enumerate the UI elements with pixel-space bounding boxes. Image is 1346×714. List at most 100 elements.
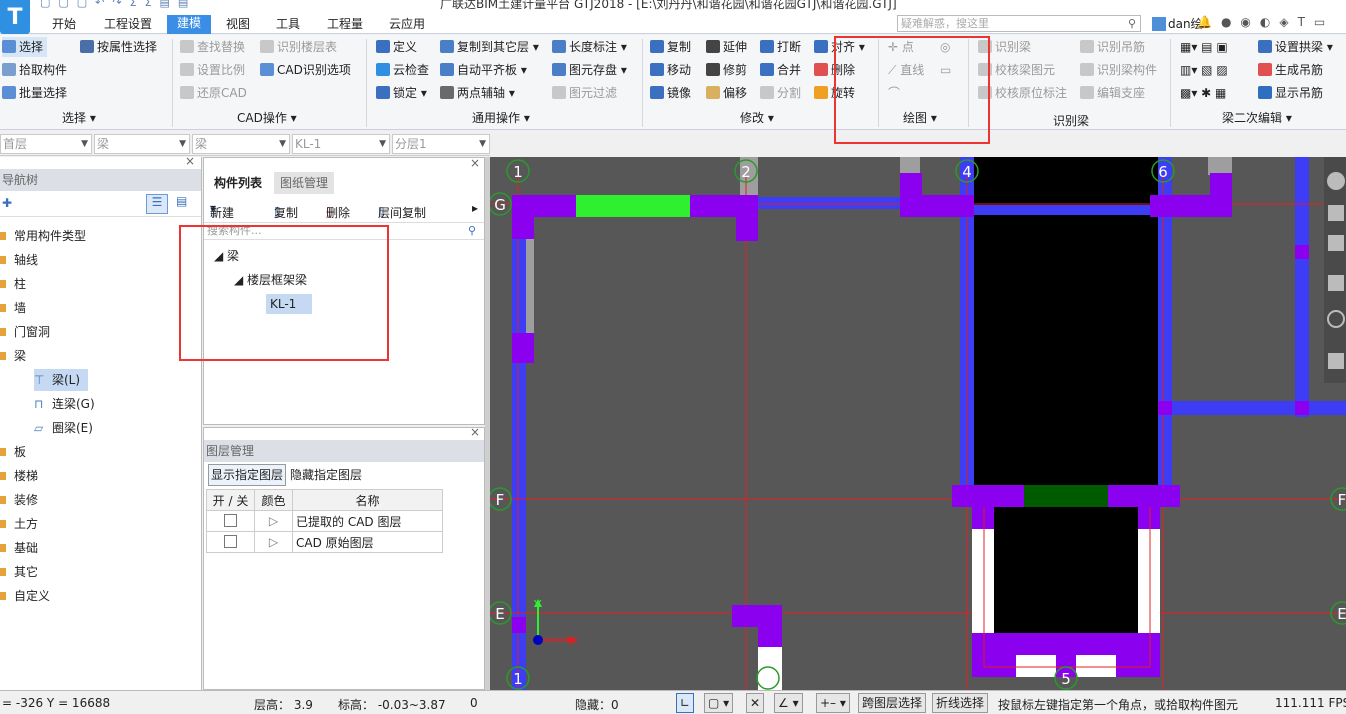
common-ops-group-label[interactable]: 通用操作 ▾ — [472, 109, 530, 126]
draw-arc-icon[interactable]: ⌒ — [888, 83, 900, 103]
merge-button[interactable]: 合并 — [760, 60, 801, 80]
beam-edit-group-label[interactable]: 梁二次编辑 ▾ — [1222, 109, 1292, 126]
move-button[interactable]: 移动 — [650, 60, 691, 80]
tab-project-settings[interactable]: 工程设置 — [104, 16, 152, 34]
more-icon[interactable]: ▸ — [472, 201, 478, 215]
align-button[interactable]: 对齐 ▾ — [814, 37, 865, 57]
delete-button[interactable]: 删除 — [814, 60, 855, 80]
cross-icon[interactable]: ✕ — [746, 693, 765, 713]
nav-item-decoration[interactable]: 装修 — [0, 489, 38, 511]
layer-select[interactable]: 分层1 ▼ — [392, 134, 490, 154]
draw-line-button[interactable]: ⟋ 直线 — [888, 60, 924, 80]
lock-button[interactable]: 锁定 ▾ — [376, 83, 427, 103]
nav-item-custom[interactable]: 自定义 — [0, 585, 50, 607]
break-button[interactable]: 打断 — [760, 37, 801, 57]
help-search-input[interactable]: 疑难解惑，搜这里 ⚲ — [897, 15, 1141, 32]
restore-cad-button[interactable]: 还原CAD — [180, 83, 247, 103]
offset-button[interactable]: 偏移 — [706, 83, 747, 103]
pick-component-button[interactable]: 拾取构件 — [2, 60, 67, 80]
mirror-button[interactable]: 镜像 — [650, 83, 691, 103]
top-right-icons[interactable]: 🔔●◉◐◈T▭ — [1197, 15, 1334, 29]
recognize-hanger-button[interactable]: 识别吊筋 — [1080, 37, 1145, 57]
expand-icon[interactable]: ▷ — [254, 531, 293, 553]
grid-view-icon[interactable]: ▤ — [176, 194, 187, 208]
define-button[interactable]: 定义 — [376, 37, 417, 57]
list-view-icon[interactable]: ☰ — [146, 194, 168, 214]
component-search-input[interactable]: 搜索构件... ⚲ — [204, 222, 484, 240]
show-hanger-checkbox[interactable]: 显示吊筋 — [1258, 83, 1323, 103]
layer-toggle-checkbox[interactable] — [224, 535, 237, 548]
two-point-axis-button[interactable]: 两点辅轴 ▾ — [440, 83, 515, 103]
expand-icon[interactable]: ▷ — [254, 510, 293, 532]
check-beam-element-button[interactable]: 校核梁图元 — [978, 60, 1055, 80]
nav-item-stairs[interactable]: 楼梯 — [0, 465, 38, 487]
snap-ortho-icon[interactable]: ∟ — [676, 693, 695, 713]
modify-group-label[interactable]: 修改 ▾ — [740, 109, 774, 126]
draw-circle-icon[interactable]: ◎ — [940, 37, 950, 57]
tab-modeling[interactable]: 建模 — [167, 15, 212, 34]
angle-icon[interactable]: ∠ ▾ — [774, 693, 803, 713]
generate-hanger-button[interactable]: 生成吊筋 — [1258, 60, 1323, 80]
app-logo-button[interactable]: T — [0, 0, 30, 34]
select-button[interactable]: 选择 — [2, 37, 48, 57]
extend-button[interactable]: 延伸 — [706, 37, 747, 57]
show-layer-button[interactable]: 显示指定图层 — [208, 464, 287, 486]
save-element-button[interactable]: 图元存盘 ▾ — [552, 60, 627, 80]
nav-item-earthwork[interactable]: 土方 — [0, 513, 38, 535]
nav-item-slab[interactable]: 板 — [0, 441, 26, 463]
select-group-label[interactable]: 选择 ▾ — [62, 109, 96, 126]
draw-group-label[interactable]: 绘图 ▾ — [903, 109, 937, 126]
cad-group-label[interactable]: CAD操作 ▾ — [237, 109, 297, 126]
close-icon[interactable]: × — [185, 154, 195, 168]
layer-toggle-checkbox[interactable] — [224, 514, 237, 527]
copy-button[interactable]: 复制 — [650, 37, 691, 57]
draw-point-button[interactable]: ✛ 点 — [888, 37, 914, 57]
recognize-floor-table-button[interactable]: 识别楼层表 — [260, 37, 337, 57]
edit-support-button[interactable]: 编辑支座 — [1080, 83, 1145, 103]
draw-rect-icon[interactable]: ▭ — [940, 60, 951, 80]
nav-subitem-link-beam[interactable]: ⊓ 连梁(G) — [34, 393, 95, 415]
close-icon[interactable]: × — [470, 156, 480, 170]
element-filter-button[interactable]: 图元过滤 — [552, 83, 617, 103]
floor-select[interactable]: 首层 ▼ — [0, 134, 92, 154]
quick-access-toolbar[interactable]: ▢▢▢↶↷ΣΣ▤▤ — [40, 0, 196, 9]
component-select[interactable]: KL-1 ▼ — [292, 134, 390, 154]
new-component-button[interactable]: ▯ 新建 ▾ — [210, 201, 234, 220]
cad-recognition-options-button[interactable]: CAD识别选项 — [260, 60, 351, 80]
nav-item-door-window[interactable]: 门窗洞 — [0, 321, 50, 343]
tab-quantities[interactable]: 工程量 — [327, 16, 363, 34]
tab-cloud-apps[interactable]: 云应用 — [389, 16, 425, 34]
rotate-button[interactable]: 旋转 — [814, 83, 855, 103]
beam-tool-icons-row3[interactable]: ▩▾ ✱ ▦ — [1180, 83, 1226, 103]
subcategory-select[interactable]: 梁 ▼ — [192, 134, 290, 154]
find-replace-button[interactable]: 查找替换 — [180, 37, 245, 57]
nav-item-axis[interactable]: 轴线 — [0, 249, 38, 271]
search-icon[interactable]: ⚲ — [1128, 16, 1136, 31]
tree-node-floor-frame-beam[interactable]: ◢ 楼层框架梁 — [234, 270, 307, 290]
tree-node-beam[interactable]: ◢ 梁 — [214, 246, 239, 266]
tab-start[interactable]: 开始 — [52, 16, 76, 34]
select-by-attribute-button[interactable]: 按属性选择 — [80, 37, 157, 57]
nav-item-column[interactable]: 柱 — [0, 273, 26, 295]
cross-layer-select-button[interactable]: 跨图层选择 — [858, 693, 927, 713]
drawing-canvas[interactable]: 1 2 4 6 G F E 1 5 F E Y X — [490, 157, 1346, 690]
nav-item-wall[interactable]: 墙 — [0, 297, 26, 319]
cloud-check-button[interactable]: 云检查 — [376, 60, 429, 80]
batch-select-button[interactable]: 批量选择 — [2, 83, 67, 103]
set-arch-beam-button[interactable]: 设置拱梁 ▾ — [1258, 37, 1333, 57]
set-scale-button[interactable]: 设置比例 — [180, 60, 245, 80]
tab-view[interactable]: 视图 — [226, 16, 250, 34]
category-select[interactable]: 梁 ▼ — [94, 134, 190, 154]
tab-drawing-management[interactable]: 图纸管理 — [274, 172, 335, 194]
recognize-beam-component-button[interactable]: 识别梁构件 — [1080, 60, 1157, 80]
hide-layer-button[interactable]: 隐藏指定图层 — [290, 464, 362, 486]
nav-subitem-ring-beam[interactable]: ▱ 圈梁(E) — [34, 417, 93, 439]
nav-item-common[interactable]: 常用构件类型 — [0, 225, 86, 247]
copy-to-other-floor-button[interactable]: 复制到其它层 ▾ — [440, 37, 539, 57]
auto-flush-slab-button[interactable]: 自动平齐板 ▾ — [440, 60, 527, 80]
nav-item-beam[interactable]: 梁 — [0, 345, 26, 367]
split-button[interactable]: 分割 — [760, 83, 801, 103]
user-account[interactable]: dan绘 — [1152, 15, 1203, 32]
offset-icon[interactable]: +– ▾ — [816, 693, 850, 713]
tab-tools[interactable]: 工具 — [276, 16, 300, 34]
